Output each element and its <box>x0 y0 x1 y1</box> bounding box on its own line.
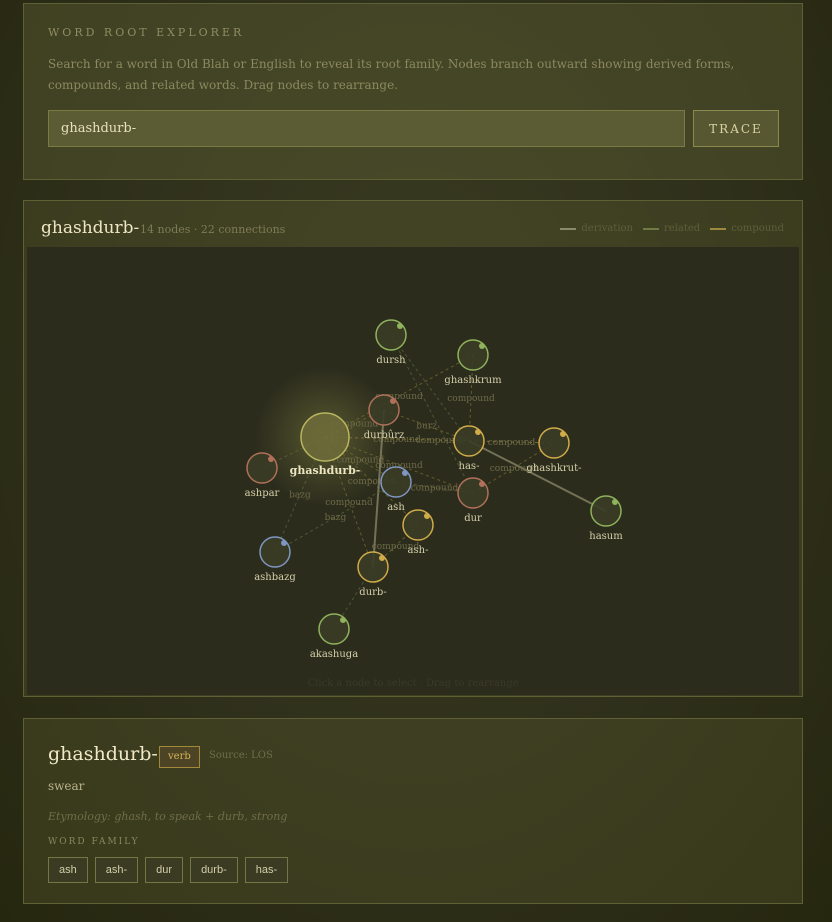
node-dot-icon <box>390 398 396 404</box>
node-label: dursh <box>376 355 406 366</box>
legend-line-icon <box>710 227 727 230</box>
edge-label: compound <box>488 438 536 448</box>
node-dot-icon <box>268 456 274 462</box>
edge-label: bazg <box>289 491 311 501</box>
family-chips: ash ash- dur durb- has- <box>48 857 289 883</box>
node-label: ghashkrum <box>444 375 502 386</box>
trace-button[interactable]: TRACE <box>693 110 779 147</box>
family-chip[interactable]: durb- <box>190 857 238 883</box>
pos-badge: verb <box>159 746 200 768</box>
legend-related: related <box>642 223 701 234</box>
family-chip[interactable]: ash <box>48 857 88 883</box>
legend-derivation: derivation <box>560 223 633 234</box>
node-label: ashpar <box>245 488 280 499</box>
family-chip[interactable]: has- <box>244 857 289 883</box>
graph-node[interactable]: ashbazg <box>254 536 296 583</box>
graph-node[interactable]: ash <box>380 466 412 513</box>
detail-panel: ghashdurb- verb Source: LOS swear Etymol… <box>23 718 803 904</box>
root-family-graph[interactable]: compoundcompoundcompoundcompoundcompound… <box>27 247 799 695</box>
edge-label: compound <box>447 394 495 404</box>
edge-label: bazg <box>325 513 347 523</box>
graph-node[interactable]: durb- <box>357 551 389 598</box>
etymology: Etymology: ghash, to speak + durb, stron… <box>48 810 288 823</box>
graph-node[interactable]: dur <box>457 477 489 524</box>
node-label: ash- <box>408 545 429 556</box>
graph-node[interactable]: ghashkrut- <box>526 427 582 474</box>
node-dot-icon <box>560 431 566 437</box>
node-dot-icon <box>281 540 287 546</box>
node-dot-icon <box>612 499 618 505</box>
graph-stats: 14 nodes · 22 connections <box>140 223 286 236</box>
search-input[interactable] <box>48 110 685 147</box>
graph-panel: ghashdurb- 14 nodes · 22 connections der… <box>23 200 803 697</box>
node-label: durb- <box>359 587 386 598</box>
gloss: swear <box>48 779 85 793</box>
node-dot-icon <box>424 513 430 519</box>
legend-label: related <box>663 223 701 234</box>
node-label: durbûrz <box>364 430 405 441</box>
graph-header: ghashdurb- 14 nodes · 22 connections der… <box>24 201 802 247</box>
legend-line-icon <box>642 227 659 230</box>
node-label: ghashdurb- <box>290 464 361 477</box>
graph-node[interactable]: dursh <box>375 319 407 366</box>
graph-title: ghashdurb- <box>41 218 140 238</box>
search-panel: WORD ROOT EXPLORER Search for a word in … <box>23 3 803 180</box>
graph-node[interactable]: ash- <box>402 509 434 556</box>
node-label: ash <box>387 502 405 513</box>
legend-label: compound <box>731 223 784 234</box>
edge-label: compound <box>411 484 459 494</box>
node-dot-icon <box>379 555 385 561</box>
app-eyebrow: WORD ROOT EXPLORER <box>48 26 245 39</box>
graph-canvas[interactable]: compound compound compound compound compound… <box>27 247 799 695</box>
graph-edge <box>468 440 607 512</box>
node-label: hasum <box>589 531 623 542</box>
graph-node[interactable]: akashuga <box>310 613 358 660</box>
node-label: has- <box>459 461 480 472</box>
family-chip[interactable]: ash- <box>94 857 139 883</box>
node-circle <box>300 412 350 462</box>
graph-node[interactable]: ashpar <box>245 452 280 499</box>
node-label: dur <box>464 513 482 524</box>
node-label: ghashkrut- <box>526 463 581 474</box>
legend-compound: compound <box>710 223 784 234</box>
node-dot-icon <box>340 617 346 623</box>
node-dot-icon <box>402 470 408 476</box>
edge-label: compound <box>325 498 373 508</box>
app-description: Search for a word in Old Blah or English… <box>48 57 735 92</box>
node-dot-icon <box>475 429 481 435</box>
legend-line-icon <box>560 227 577 230</box>
graph-hint: Click a node to select · Drag to rearran… <box>307 678 519 689</box>
node-dot-icon <box>397 323 403 329</box>
node-label: ashbazg <box>254 572 296 583</box>
family-chip[interactable]: dur <box>145 857 184 883</box>
graph-node[interactable]: hasum <box>589 495 623 542</box>
node-dot-icon <box>479 481 485 487</box>
edge-label: burz <box>416 422 437 432</box>
source-text: Source: LOS <box>209 750 273 761</box>
node-dot-icon <box>479 343 485 349</box>
node-label: akashuga <box>310 649 358 660</box>
graph-node[interactable]: has- <box>453 425 485 472</box>
graph-legend: derivation related compound <box>560 223 784 234</box>
graph-node[interactable]: ghashkrum <box>444 339 502 386</box>
detail-word: ghashdurb- <box>48 743 158 765</box>
family-label: WORD FAMILY <box>48 837 140 847</box>
legend-label: derivation <box>581 223 633 234</box>
